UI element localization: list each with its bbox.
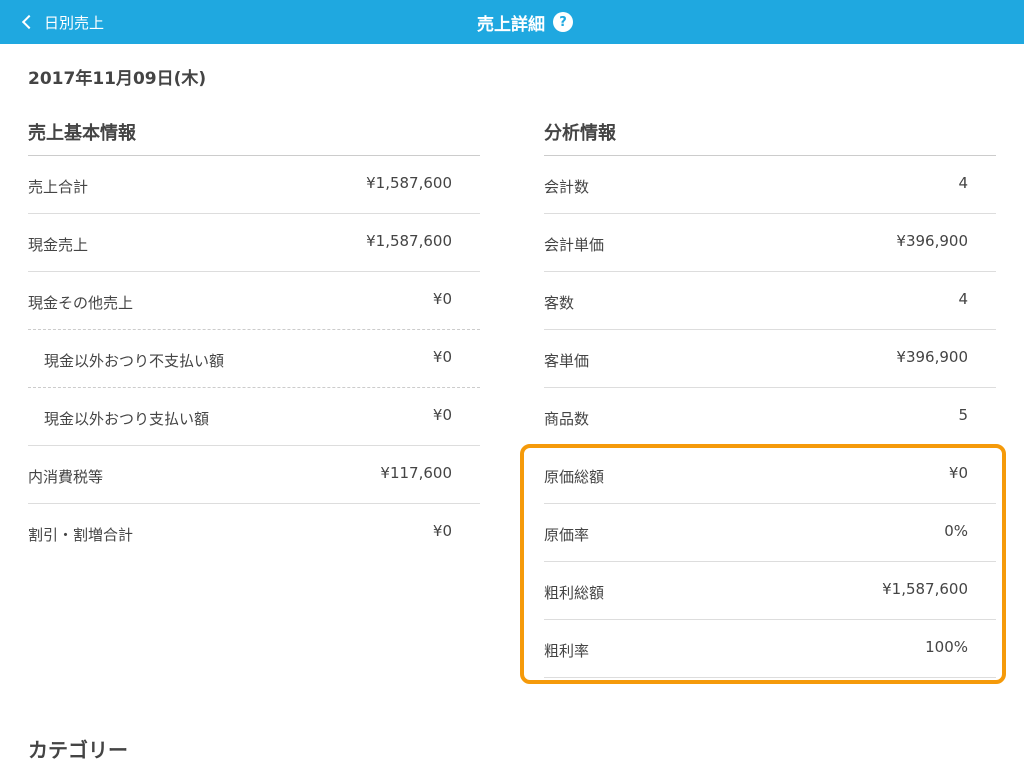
row-value: ¥0 (432, 406, 452, 424)
row-value: 5 (958, 406, 968, 424)
chevron-left-icon (21, 14, 37, 30)
analysis-row-item-count: 商品数 5 (544, 388, 996, 446)
row-value: ¥396,900 (896, 232, 968, 250)
basic-row-included-tax: 内消費税等 ¥117,600 (28, 446, 480, 504)
back-button-label: 日別売上 (44, 13, 105, 32)
row-label: 現金以外おつり支払い額 (44, 410, 210, 428)
row-value: ¥396,900 (896, 348, 968, 366)
row-label: 商品数 (544, 410, 590, 428)
basic-row-non-cash-change-unpaid: 現金以外おつり不支払い額 ¥0 (28, 330, 480, 388)
row-label: 原価総額 (544, 468, 605, 486)
sales-date: 2017年11月09日(木) (28, 69, 207, 89)
analysis-row-cost-rate: 原価率 0% (544, 504, 996, 562)
basic-info-title: 売上基本情報 (28, 123, 136, 144)
basic-row-non-cash-change-paid: 現金以外おつり支払い額 ¥0 (28, 388, 480, 446)
category-section-title: カテゴリー (28, 738, 128, 762)
row-value: ¥0 (432, 348, 452, 366)
row-label: 割引・割増合計 (28, 526, 134, 544)
row-label: 原価率 (544, 526, 590, 544)
row-label: 客単価 (544, 352, 590, 370)
analysis-row-gross-profit-rate: 粗利率 100% (544, 620, 996, 678)
analysis-info-title: 分析情報 (544, 123, 616, 144)
row-label: 現金以外おつり不支払い額 (44, 352, 225, 370)
row-value: ¥0 (432, 290, 452, 308)
analysis-info-list: 会計数 4 会計単価 ¥396,900 客数 4 客単価 ¥396,900 商品… (544, 156, 996, 678)
row-value: 4 (958, 290, 968, 308)
row-label: 内消費税等 (28, 468, 104, 486)
help-icon[interactable]: ? (553, 12, 573, 32)
row-label: 会計単価 (544, 236, 605, 254)
basic-row-discount-total: 割引・割増合計 ¥0 (28, 504, 480, 561)
row-value: ¥1,587,600 (366, 232, 452, 250)
row-value: ¥1,587,600 (882, 580, 968, 598)
row-value: ¥117,600 (380, 464, 452, 482)
row-value: 0% (944, 522, 968, 540)
row-value: 100% (925, 638, 968, 656)
row-label: 会計数 (544, 178, 590, 196)
row-label: 現金その他売上 (28, 294, 134, 312)
basic-row-cash-other-sales: 現金その他売上 ¥0 (28, 272, 480, 330)
row-label: 現金売上 (28, 236, 89, 254)
row-value: ¥0 (432, 522, 452, 540)
row-label: 粗利総額 (544, 584, 605, 602)
back-button[interactable]: 日別売上 (20, 0, 104, 44)
navigation-bar: 日別売上 売上詳細 ? (0, 0, 1024, 44)
page-title: 売上詳細 (477, 14, 545, 35)
row-value: ¥0 (948, 464, 968, 482)
analysis-row-gross-profit-total: 粗利総額 ¥1,587,600 (544, 562, 996, 620)
analysis-row-cost-total: 原価総額 ¥0 (544, 446, 996, 504)
row-label: 売上合計 (28, 178, 89, 196)
row-label: 客数 (544, 294, 575, 312)
basic-row-cash-sales: 現金売上 ¥1,587,600 (28, 214, 480, 272)
basic-info-list: 売上合計 ¥1,587,600 現金売上 ¥1,587,600 現金その他売上 … (28, 156, 480, 561)
row-label: 粗利率 (544, 642, 590, 660)
analysis-row-transaction-average: 会計単価 ¥396,900 (544, 214, 996, 272)
basic-row-total-sales: 売上合計 ¥1,587,600 (28, 156, 480, 214)
analysis-row-transaction-count: 会計数 4 (544, 156, 996, 214)
row-value: ¥1,587,600 (366, 174, 452, 192)
analysis-row-customer-average: 客単価 ¥396,900 (544, 330, 996, 388)
row-value: 4 (958, 174, 968, 192)
analysis-row-customer-count: 客数 4 (544, 272, 996, 330)
